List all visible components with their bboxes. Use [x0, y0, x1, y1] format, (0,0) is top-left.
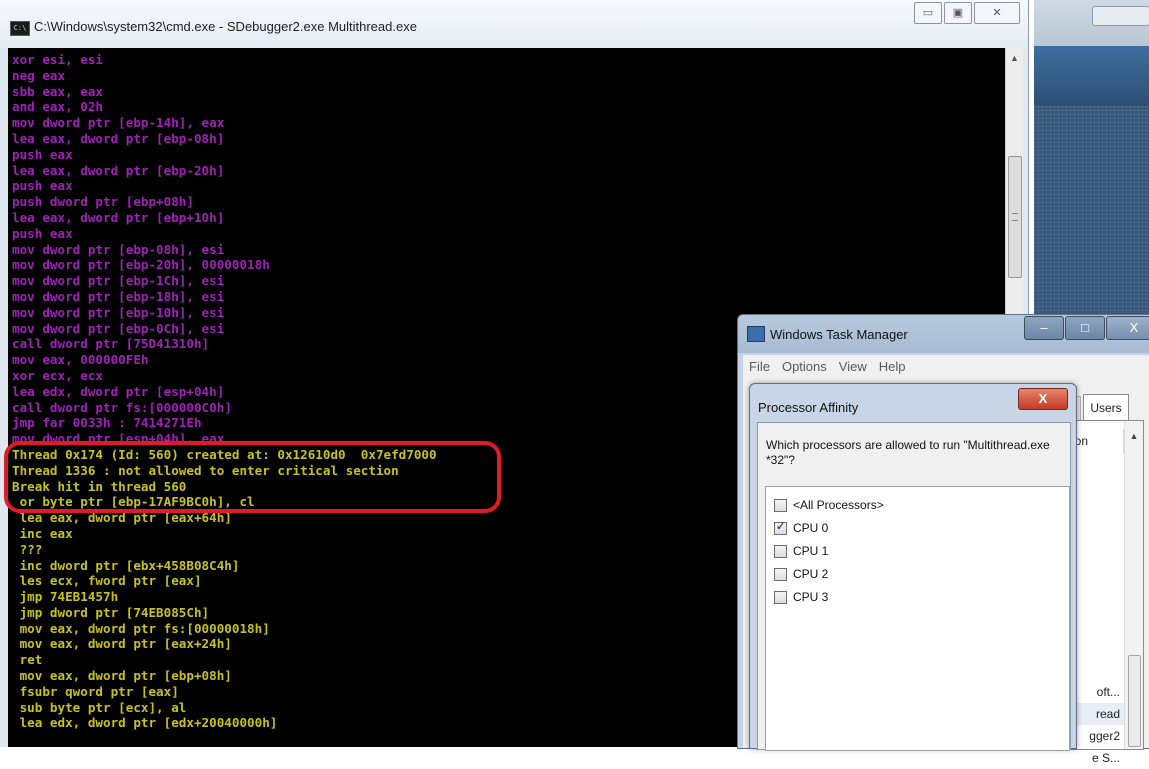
console-line: lea eax, dword ptr [ebp-20h]: [12, 162, 225, 178]
console-line: call dword ptr fs:[000000C0h]: [12, 399, 232, 415]
task-manager-maximize-button[interactable]: □: [1065, 316, 1105, 340]
task-manager-menubar: File Options View Help: [743, 355, 1149, 377]
menu-help[interactable]: Help: [879, 359, 906, 374]
menu-file[interactable]: File: [749, 359, 770, 374]
scroll-up-arrow-icon[interactable]: ▲: [1125, 431, 1143, 441]
red-highlight-annotation: [4, 441, 501, 513]
cmd-close-button[interactable]: ✕: [974, 2, 1020, 24]
cmd-window-title: C:\Windows\system32\cmd.exe - SDebugger2…: [34, 19, 417, 34]
cmd-app-icon: C:\: [10, 21, 30, 36]
tab-users[interactable]: Users: [1083, 394, 1129, 421]
checkbox-cpu-0[interactable]: ✓ CPU 0: [774, 518, 828, 538]
console-line: mov dword ptr [ebp-18h], esi: [12, 288, 225, 304]
affinity-dialog-title: Processor Affinity: [758, 400, 859, 415]
task-manager-close-button[interactable]: X: [1106, 316, 1149, 340]
console-line: and eax, 02h: [12, 99, 103, 115]
console-line: mov dword ptr [ebp-0Ch], esi: [12, 320, 225, 336]
console-line: sub byte ptr [ecx], al: [12, 699, 187, 715]
cmd-caption-buttons: ▭ ▣ ✕: [914, 2, 1022, 24]
checkbox-box[interactable]: [774, 498, 787, 512]
task-manager-caption-buttons: – □ X: [1024, 316, 1149, 340]
console-line: mov dword ptr [ebp-20h], 00000018h: [12, 257, 270, 273]
cmd-minimize-button[interactable]: ▭: [914, 2, 942, 24]
console-line: jmp 74EB1457h: [12, 589, 119, 605]
checkbox-label: CPU 2: [793, 567, 829, 581]
console-line: mov dword ptr [ebp-10h], esi: [12, 304, 225, 320]
task-manager-title: Windows Task Manager: [770, 327, 908, 342]
console-line: sbb eax, eax: [12, 83, 103, 99]
console-line: mov eax, dword ptr fs:[00000018h]: [12, 620, 270, 636]
background-window: [1034, 0, 1149, 350]
checkbox-box[interactable]: [774, 544, 787, 558]
console-lines: xor esi, esi neg eax sbb eax, eax and eax, …: [12, 52, 437, 731]
menu-view[interactable]: View: [839, 359, 867, 374]
console-line: mov eax, 000000FEh: [12, 352, 149, 368]
checkmark-icon: ✓: [776, 520, 786, 533]
console-line: xor ecx, ecx: [12, 367, 103, 383]
console-line: push dword ptr [ebp+08h]: [12, 194, 194, 210]
checkbox-box[interactable]: [774, 590, 787, 604]
cmd-titlebar[interactable]: C:\ C:\Windows\system32\cmd.exe - SDebug…: [0, 0, 1028, 48]
checkbox-box[interactable]: ✓: [774, 520, 787, 535]
task-manager-app-icon: [747, 326, 765, 342]
console-line: lea edx, dword ptr [edx+20040000h]: [12, 715, 278, 731]
process-list-scroll-thumb[interactable]: [1128, 655, 1141, 747]
console-line: push eax: [12, 146, 73, 162]
console-line: fsubr qword ptr [eax]: [12, 683, 179, 699]
console-line: neg eax: [12, 67, 66, 83]
console-line: mov dword ptr [ebp-08h], esi: [12, 241, 225, 257]
background-window-buttons: [1092, 6, 1149, 26]
scrollbar-grip-icon: [1012, 213, 1018, 221]
console-line: mov eax, dword ptr [ebp+08h]: [12, 668, 232, 684]
checkbox-label: <All Processors>: [793, 498, 884, 512]
console-line: ???: [12, 541, 43, 557]
console-line: inc eax: [12, 525, 73, 541]
console-line: jmp dword ptr [74EB085Ch]: [12, 604, 210, 620]
console-line: lea eax, dword ptr [ebp+10h]: [12, 209, 225, 225]
checkbox-cpu-1[interactable]: CPU 1: [774, 541, 828, 561]
console-line: inc dword ptr [ebx+458B08C4h]: [12, 557, 240, 573]
console-line: push eax: [12, 225, 73, 241]
checkbox-label: CPU 0: [793, 521, 829, 535]
console-line: mov dword ptr [ebp-1Ch], esi: [12, 273, 225, 289]
checkbox-box[interactable]: [774, 567, 787, 581]
scroll-up-arrow-icon[interactable]: ▲: [1006, 50, 1023, 66]
console-line: call dword ptr [75D41310h]: [12, 336, 210, 352]
console-line: les ecx, fword ptr [eax]: [12, 573, 202, 589]
scrollbar-thumb[interactable]: [1008, 156, 1022, 278]
checkbox-cpu-3[interactable]: CPU 3: [774, 587, 828, 607]
checkbox-cpu-2[interactable]: CPU 2: [774, 564, 828, 584]
affinity-titlebar[interactable]: Processor Affinity X: [750, 384, 1076, 422]
checkbox-all-processors[interactable]: <All Processors>: [774, 495, 884, 515]
console-line: jmp far 0033h : 7414271Eh: [12, 415, 202, 431]
background-window-band: [1034, 46, 1149, 106]
console-line: lea eax, dword ptr [ebp-08h]: [12, 130, 225, 146]
console-line: mov dword ptr [ebp-14h], eax: [12, 115, 225, 131]
cmd-maximize-button[interactable]: ▣: [944, 2, 972, 24]
console-line: push eax: [12, 178, 73, 194]
processor-checkbox-list: <All Processors> ✓ CPU 0 CPU 1 CPU 2 CPU…: [765, 486, 1070, 751]
menu-options[interactable]: Options: [782, 359, 827, 374]
affinity-close-button[interactable]: X: [1018, 388, 1068, 410]
process-list-scrollbar[interactable]: ▲: [1124, 421, 1143, 749]
console-line: ret: [12, 652, 43, 668]
console-line: xor esi, esi: [12, 52, 103, 67]
checkbox-label: CPU 1: [793, 544, 829, 558]
console-line: lea edx, dword ptr [esp+04h]: [12, 383, 225, 399]
task-manager-minimize-button[interactable]: –: [1024, 316, 1064, 340]
processor-affinity-dialog: Processor Affinity X Which processors ar…: [749, 383, 1077, 751]
checkbox-label: CPU 3: [793, 590, 829, 604]
console-line: mov eax, dword ptr [eax+24h]: [12, 636, 232, 652]
affinity-dialog-body: Which processors are allowed to run "Mul…: [757, 422, 1071, 751]
task-manager-titlebar[interactable]: Windows Task Manager – □ X: [738, 315, 1149, 353]
background-window-header: [1034, 0, 1149, 46]
affinity-question-text: Which processors are allowed to run "Mul…: [766, 438, 1050, 467]
